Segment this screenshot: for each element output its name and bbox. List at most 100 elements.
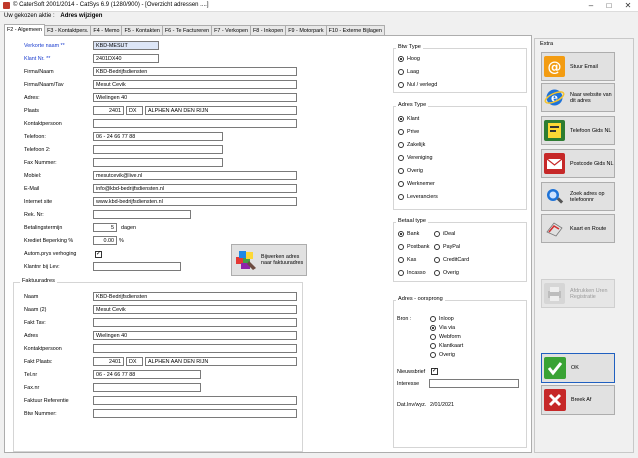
btw-hoog-radio[interactable]: Hoog (398, 56, 420, 62)
maximize-button[interactable]: □ (600, 0, 618, 12)
radio-dot (398, 257, 404, 263)
type-vereniging-radio[interactable]: Vereniging (398, 155, 432, 161)
postcode-number-field[interactable]: 2401 (93, 106, 124, 115)
bron-overig-label: Overig (439, 352, 455, 358)
betaal-incasso-label: Incasso (407, 270, 426, 276)
telefoon-gids-button[interactable]: Telefoon Gids NL (541, 116, 615, 145)
fakt-kontakt-label: Kontaktpersoon (24, 346, 62, 352)
betaal-paypal-label: PayPal (443, 244, 461, 250)
betaal-paypal-radio[interactable]: PayPal (434, 244, 460, 250)
stuur-email-button[interactable]: @ Stuur Email (541, 52, 615, 81)
fax-field[interactable] (93, 158, 223, 167)
postcode-gids-button[interactable]: Postcode Gids NL (541, 149, 615, 178)
betaal-incasso-radio[interactable]: Incasso (398, 270, 426, 276)
betalingstermijn-field[interactable]: 5 (93, 223, 117, 232)
btw-laag-radio[interactable]: Laag (398, 69, 419, 75)
fakt-tav-field[interactable] (93, 318, 297, 327)
mobiel-field[interactable]: mesutcevik@live.nl (93, 171, 297, 180)
betaal-postbank-radio[interactable]: Postbank (398, 244, 429, 250)
fakt-tel-field[interactable]: 06 - 24 66 77 88 (93, 370, 201, 379)
fakt-adres-label: Adres (24, 333, 39, 339)
btw-nummer-field[interactable] (93, 409, 297, 418)
fakt-naam2-field[interactable]: Mesut Cevik (93, 305, 297, 314)
bron-overig-radio[interactable]: Overig (430, 352, 455, 358)
rek-nr-field[interactable] (93, 210, 191, 219)
extra-title: Extra (538, 41, 556, 47)
telefoon-field[interactable]: 06 - 24 66 77 88 (93, 132, 223, 141)
betalingstermijn-unit: dagen (121, 225, 136, 231)
ok-button[interactable]: OK (541, 353, 615, 383)
fakt-postcode-number-field[interactable]: 2401 (93, 357, 124, 366)
fakt-plaats-field[interactable]: ALPHEN AAN DEN RIJN (145, 357, 297, 366)
fakt-kontakt-field[interactable] (93, 344, 297, 353)
betaal-kas-radio[interactable]: Kas (398, 257, 416, 263)
kontaktpersoon-field[interactable] (93, 119, 297, 128)
type-zakelijk-label: Zakelijk (407, 142, 426, 148)
type-zakelijk-radio[interactable]: Zakelijk (398, 142, 425, 148)
betaal-creditcard-radio[interactable]: CreditCard (434, 257, 469, 263)
postcode-icon (544, 153, 565, 174)
fakt-referentie-field[interactable] (93, 396, 297, 405)
plaats-field[interactable]: ALPHEN AAN DEN RIJN (145, 106, 297, 115)
email-icon: @ (544, 56, 565, 77)
breek-af-button[interactable]: Breek Af (541, 385, 615, 415)
tab-algemeen[interactable]: F2 - Algemeen (4, 24, 46, 36)
bron-inloop-radio[interactable]: Inloop (430, 316, 454, 322)
radio-dot (398, 244, 404, 250)
bron-webform-label: Webform (439, 334, 461, 340)
autom-prijs-checkbox[interactable]: ✓ (95, 251, 102, 258)
fakt-fax-label: Fax.nr (24, 385, 40, 391)
kaart-route-button[interactable]: Kaart en Route (541, 214, 615, 243)
krediet-beperking-field[interactable]: 0.00 (93, 236, 117, 245)
fakt-tel-label: Tel.nr (24, 372, 38, 378)
type-klant-radio[interactable]: Klant (398, 116, 419, 122)
internet-site-field[interactable]: www.kbd-bedrijfsdiensten.nl (93, 197, 297, 206)
type-prive-radio[interactable]: Prive (398, 129, 419, 135)
verkorte-naam-field[interactable]: KBD-MESUT (93, 41, 159, 50)
zoek-adres-button[interactable]: Zoek adres op telefoonnr (541, 182, 615, 211)
type-overig-label: Overig (407, 168, 423, 174)
firma-naam-tav-label: Firma/Naam/Tav (24, 82, 64, 88)
klant-nr-field[interactable]: 2401DX40 (93, 54, 159, 63)
fakt-naam-field[interactable]: KBD-Bedrijfsdiensten (93, 292, 297, 301)
mobiel-label: Mobiel: (24, 173, 42, 179)
telefoon2-field[interactable] (93, 145, 223, 154)
bijwerken-adres-button[interactable]: Bijwerken adres naar faktuuradres (231, 244, 307, 276)
type-leveranciers-radio[interactable]: Leveranciers (398, 194, 438, 200)
bron-klantkaart-radio[interactable]: Klantkaart (430, 343, 463, 349)
betaal-bank-radio[interactable]: Bank (398, 231, 419, 237)
close-button[interactable]: ✕ (619, 0, 637, 12)
betaal-creditcard-label: CreditCard (443, 257, 470, 263)
klantnr-lev-field[interactable] (93, 262, 181, 271)
betaal-ideal-radio[interactable]: iDeal (434, 231, 455, 237)
stuur-email-label: Stuur Email (570, 63, 598, 70)
fakt-postcode-letters-field[interactable]: DX (126, 357, 143, 366)
breadcrumb: Uw gekozen aktie : Adres wijzigen (4, 13, 634, 23)
type-overig-radio[interactable]: Overig (398, 168, 423, 174)
bron-webform-radio[interactable]: Webform (430, 334, 461, 340)
firma-naam-tav-field[interactable]: Mesut Cevik (93, 80, 297, 89)
radio-dot (398, 129, 404, 135)
datum-value: 2/01/2021 (430, 402, 454, 408)
minimize-button[interactable]: – (582, 0, 600, 12)
window-title: © CaterSoft 2001/2014 - CatSys 6.9 (1280… (13, 2, 209, 8)
naar-website-button[interactable]: e Naar website van dit adres (541, 83, 615, 112)
postcode-letters-field[interactable]: DX (126, 106, 143, 115)
email-label: E-Mail (24, 186, 40, 192)
btw-nul-radio[interactable]: Nul / verlegd (398, 82, 437, 88)
fakt-adres-field[interactable]: Wielingen 40 (93, 331, 297, 340)
email-field[interactable]: info@kbd-bedrijfsdiensten.nl (93, 184, 297, 193)
nieuwsbrief-checkbox[interactable]: ✓ (431, 368, 438, 375)
afdrukken-uren-button[interactable]: Afdrukken Uren Registratie (541, 279, 615, 308)
adres-field[interactable]: Wielingen 40 (93, 93, 297, 102)
interesse-field[interactable] (429, 379, 519, 388)
firma-naam-field[interactable]: KBD-Bedrijfsdiensten (93, 67, 297, 76)
kaart-route-label: Kaart en Route (570, 225, 607, 232)
betaal-overig-radio[interactable]: Overig (434, 270, 459, 276)
fakt-fax-field[interactable] (93, 383, 201, 392)
bron-viavia-radio[interactable]: Via via (430, 325, 455, 331)
type-werknemer-radio[interactable]: Werknemer (398, 181, 435, 187)
kontaktpersoon-label: Kontaktpersoon (24, 121, 62, 127)
type-klant-label: Klant (407, 116, 420, 122)
radio-dot (398, 69, 404, 75)
